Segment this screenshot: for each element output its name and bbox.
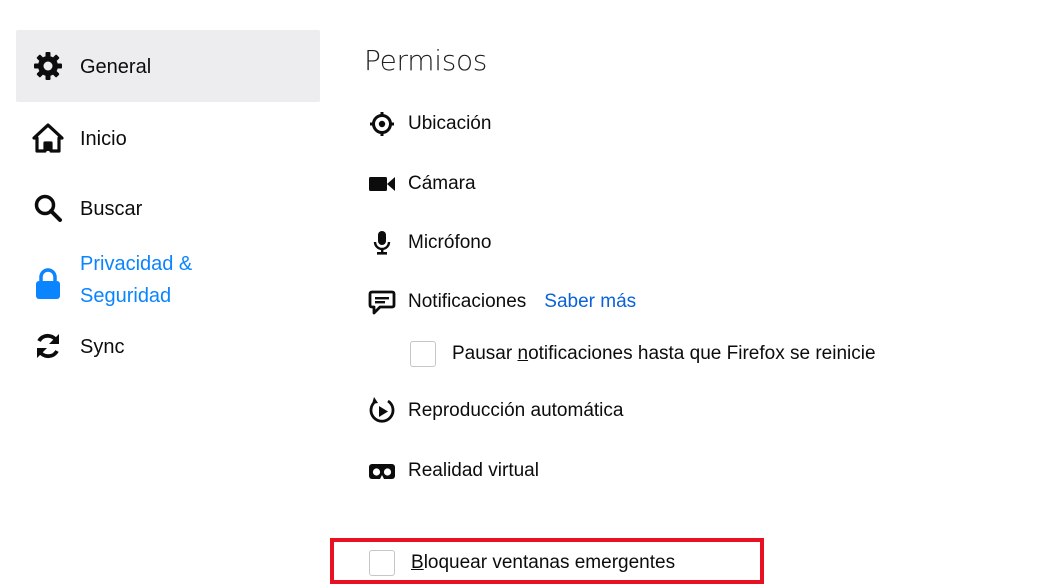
sidebar-item-label: Seguridad [80, 285, 172, 307]
learn-more-link[interactable]: Saber más [544, 291, 636, 313]
pause-notifications-option[interactable]: Pausar notificaciones hasta que Firefox … [410, 341, 876, 367]
sidebar-item-label: Sync [80, 336, 125, 358]
permission-label: Ubicación [408, 113, 492, 134]
permission-label: Realidad virtual [408, 460, 539, 481]
preferences-page: General Inicio Buscar Privacidad & Segur… [0, 0, 1063, 587]
lock-icon [32, 268, 64, 300]
vr-headset-icon [364, 457, 400, 485]
permission-camera[interactable]: Cámara [364, 170, 476, 198]
permission-label: Cámara [408, 173, 476, 194]
sidebar-item-label: Privacidad & [80, 253, 193, 275]
permission-microphone[interactable]: Micrófono [364, 229, 491, 257]
permission-location[interactable]: Ubicación [364, 110, 491, 138]
sidebar-item-label: Inicio [80, 128, 127, 150]
pause-notifications-checkbox[interactable] [410, 341, 436, 367]
autoplay-icon [364, 397, 400, 425]
permission-label: Micrófono [408, 232, 492, 253]
sidebar-item-inicio[interactable]: Inicio [16, 102, 320, 172]
sidebar-item-label: General [80, 56, 152, 78]
camera-icon [364, 170, 400, 198]
permission-vr[interactable]: Realidad virtual [364, 457, 539, 485]
microphone-icon [364, 229, 400, 257]
sync-icon [32, 330, 64, 362]
location-icon [364, 110, 400, 138]
sidebar-item-label: Buscar [80, 198, 143, 220]
sidebar-item-privacidad[interactable]: Privacidad & Seguridad [16, 244, 320, 320]
highlight-annotation-box [330, 538, 764, 584]
home-icon [32, 122, 64, 154]
notification-icon [364, 288, 400, 316]
permission-label: Reproducción automática [408, 400, 624, 421]
sidebar-item-sync[interactable]: Sync [16, 320, 320, 380]
search-icon [32, 192, 64, 224]
permission-label: Notificaciones [408, 291, 527, 312]
permission-autoplay[interactable]: Reproducción automática [364, 397, 623, 425]
pause-notifications-label: Pausar notificaciones hasta que Firefox … [452, 343, 876, 364]
permission-notifications[interactable]: Notificaciones Saber más [364, 288, 636, 316]
sidebar-item-buscar[interactable]: Buscar [16, 172, 320, 244]
main-content: Permisos Ubicación Cámara Micrófono Noti… [364, 0, 1044, 587]
sidebar: General Inicio Buscar Privacidad & Segur… [16, 30, 320, 380]
sidebar-item-general[interactable]: General [16, 30, 320, 102]
section-title: Permisos [364, 44, 488, 77]
gear-icon [32, 50, 64, 82]
